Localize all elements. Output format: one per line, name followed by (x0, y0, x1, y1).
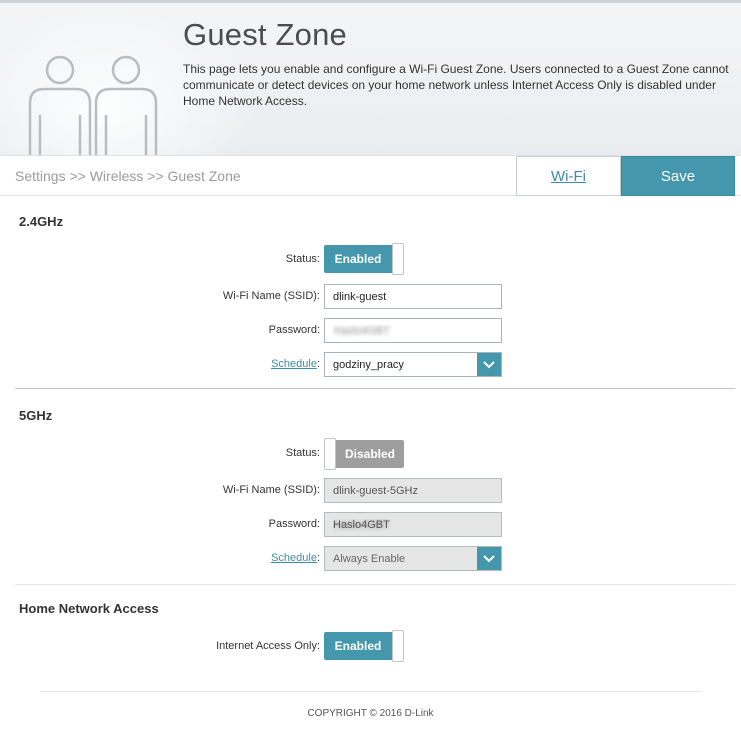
status-toggle-5ghz[interactable]: Disabled (324, 438, 404, 470)
password-label-5ghz: Password: (268, 518, 320, 530)
schedule-value-24ghz: godziny_pracy (333, 359, 404, 371)
schedule-select-24ghz[interactable]: godziny_pracy (324, 352, 502, 377)
section-title-home-access: Home Network Access (19, 601, 159, 616)
schedule-link-24ghz[interactable]: Schedule: (0, 358, 320, 370)
page-description: This page lets you enable and configure … (183, 62, 729, 108)
ssid-input-5ghz[interactable] (324, 478, 502, 503)
chevron-down-icon[interactable] (477, 353, 501, 376)
ssid-label-24ghz: Wi-Fi Name (SSID): (222, 290, 320, 302)
section-title-24ghz: 2.4GHz (19, 214, 64, 229)
two-people-icon (28, 55, 158, 155)
footer-copyright: COPYRIGHT © 2016 D-Link (307, 708, 434, 719)
toggle-knob[interactable] (324, 438, 336, 470)
schedule-link-5ghz[interactable]: Schedule: (0, 552, 320, 564)
wifi-link[interactable]: Wi-Fi (516, 156, 621, 196)
schedule-value-5ghz: Always Enable (333, 553, 406, 565)
password-input-24ghz[interactable] (324, 318, 502, 343)
breadcrumb: Settings >> Wireless >> Guest Zone (15, 168, 241, 184)
toggle-text: Disabled (336, 440, 404, 468)
save-button[interactable]: Save (621, 156, 735, 196)
toggle-knob[interactable] (392, 630, 404, 662)
section-divider (15, 584, 735, 585)
status-label-24ghz: Status: (285, 253, 320, 265)
page-header: Guest Zone This page lets you enable and… (0, 3, 741, 156)
password-label-24ghz: Password: (268, 324, 320, 336)
chevron-down-icon[interactable] (477, 547, 501, 570)
page-title: Guest Zone (183, 17, 347, 52)
internet-only-toggle[interactable]: Enabled (324, 630, 404, 662)
schedule-select-5ghz[interactable]: Always Enable (324, 546, 502, 571)
toggle-knob[interactable] (392, 243, 404, 275)
password-input-5ghz[interactable] (324, 512, 502, 537)
ssid-input-24ghz[interactable] (324, 284, 502, 309)
ssid-label-5ghz: Wi-Fi Name (SSID): (222, 484, 320, 496)
status-toggle-24ghz[interactable]: Enabled (324, 243, 404, 275)
section-divider (15, 388, 735, 389)
toggle-text: Enabled (324, 632, 392, 660)
internet-only-label: Internet Access Only: (216, 640, 320, 652)
footer-divider (40, 691, 700, 692)
toggle-text: Enabled (324, 245, 392, 273)
section-title-5ghz: 5GHz (19, 408, 53, 423)
status-label-5ghz: Status: (285, 447, 320, 459)
